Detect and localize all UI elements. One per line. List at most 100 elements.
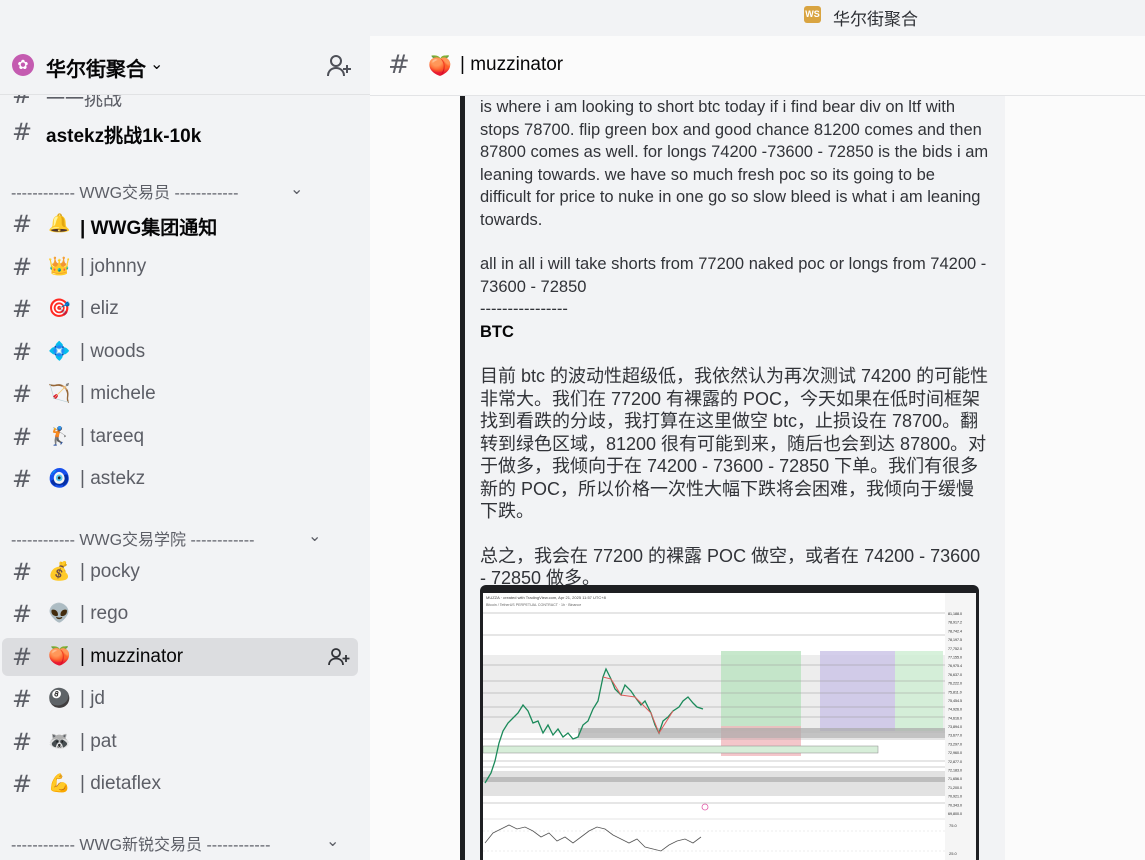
raccoon-icon: 🦝 bbox=[48, 731, 71, 752]
chart-header-text: MUZZA · created with TradingView.com, Ap… bbox=[486, 595, 607, 600]
hash-icon: # bbox=[12, 465, 33, 493]
message-paragraph-en-2: all in all i will take shorts from 77200… bbox=[480, 255, 991, 296]
alien-icon: 👽 bbox=[48, 603, 71, 624]
target-icon: 🎯 bbox=[48, 298, 71, 319]
channel-astekz[interactable]: # 🧿 | astekz bbox=[0, 460, 358, 498]
bell-icon: 🔔 bbox=[48, 213, 71, 234]
server-header[interactable]: ✿ 华尔街聚合 ⌄ bbox=[0, 36, 370, 95]
price-label: 78,197.5 bbox=[948, 638, 962, 642]
channel-tareeq[interactable]: # 🏌 | tareeq bbox=[0, 418, 358, 456]
channel-pat[interactable]: # 🦝 | pat bbox=[0, 723, 358, 761]
price-label: 74,926.0 bbox=[948, 708, 962, 712]
price-label: 78,742.4 bbox=[948, 629, 962, 633]
price-label: 75,811.0 bbox=[948, 690, 962, 694]
hash-icon: # bbox=[12, 423, 33, 451]
channel-name: | michele bbox=[80, 383, 156, 404]
diamond-icon: 💠 bbox=[48, 341, 71, 362]
osc-label: 75.0 bbox=[949, 823, 958, 828]
price-label: 72,183.0 bbox=[948, 769, 962, 773]
channel-dietaflex[interactable]: # 💪 | dietaflex bbox=[0, 765, 358, 803]
channel-name: | astekz bbox=[80, 468, 146, 489]
channel-name: | eliz bbox=[80, 298, 119, 319]
price-label: 81,188.0 bbox=[948, 612, 962, 616]
channel-name: | WWG集团通知 bbox=[80, 218, 218, 239]
price-label: 76,975.4 bbox=[948, 664, 962, 668]
channel-johnny[interactable]: # 👑 | johnny bbox=[0, 248, 358, 286]
channel-eliz[interactable]: # 🎯 | eliz bbox=[0, 290, 358, 328]
channel-astekz-challenge[interactable]: # astekz挑战1k-10k bbox=[0, 113, 358, 151]
message-divider: ---------------- bbox=[480, 300, 568, 318]
price-label: 71,656.0 bbox=[948, 777, 962, 781]
hash-icon: # bbox=[12, 380, 33, 408]
tradingview-chart-image: MUZZA · created with TradingView.com, Ap… bbox=[483, 593, 976, 860]
category-wwg-academy[interactable]: ------------ WWG交易学院 ------------ bbox=[11, 526, 254, 550]
eight-ball-icon: 🎱 bbox=[48, 688, 71, 709]
channel-name: | jd bbox=[80, 688, 106, 709]
chevron-down-icon[interactable]: ⌄ bbox=[290, 179, 303, 199]
channel-name: | johnny bbox=[80, 256, 147, 277]
hash-icon: # bbox=[12, 770, 33, 798]
channel-title: | muzzinator bbox=[460, 54, 564, 75]
hash-icon: # bbox=[12, 558, 33, 586]
channel-pocky[interactable]: # 💰 | pocky bbox=[0, 553, 358, 591]
hash-icon: # bbox=[12, 338, 33, 366]
hash-icon: # bbox=[388, 50, 410, 80]
message-content: is where i am looking to short btc today… bbox=[480, 96, 990, 590]
price-label: 78,917.2 bbox=[948, 621, 962, 625]
add-member-icon[interactable] bbox=[326, 54, 352, 78]
money-bag-icon: 💰 bbox=[48, 561, 71, 582]
server-name: 华尔街聚合 bbox=[46, 59, 146, 81]
invite-member-icon[interactable] bbox=[328, 647, 350, 667]
category-wwg-traders[interactable]: ------------ WWG交易员 ------------ bbox=[11, 179, 238, 203]
hash-icon: # bbox=[12, 118, 33, 146]
chart-symbol-text: Bitcoin / TetherUS PERPETUAL CONTRACT · … bbox=[486, 603, 581, 607]
channel-rego[interactable]: # 👽 | rego bbox=[0, 595, 358, 633]
price-label: 76,637.0 bbox=[948, 673, 962, 677]
peach-icon: 🍑 bbox=[48, 646, 71, 667]
category-wwg-rising-traders[interactable]: ------------ WWG新锐交易员 ------------ bbox=[11, 831, 270, 855]
message-heading: BTC bbox=[480, 322, 514, 341]
price-label: 72,877.0 bbox=[948, 760, 962, 764]
channel-name: astekz挑战1k-10k bbox=[46, 126, 202, 147]
channel-name: | pocky bbox=[80, 561, 140, 582]
price-label: 70,921.0 bbox=[948, 795, 962, 799]
server-badge-icon: WS bbox=[804, 6, 821, 23]
channel-name: | woods bbox=[80, 341, 146, 362]
osc-label: 25.0 bbox=[949, 851, 958, 856]
price-label: 69,800.0 bbox=[948, 812, 962, 816]
hash-icon: # bbox=[12, 685, 33, 713]
channel-header: # 🍑 | muzzinator bbox=[370, 36, 1145, 96]
window-title: 华尔街聚合 bbox=[833, 10, 918, 29]
crown-icon: 👑 bbox=[48, 256, 71, 277]
price-label: 70,343.0 bbox=[948, 803, 962, 807]
hash-icon: # bbox=[12, 295, 33, 323]
title-bar: WS 华尔街聚合 bbox=[0, 0, 1145, 36]
peach-icon: 🍑 bbox=[428, 55, 452, 77]
channel-woods[interactable]: # 💠 | woods bbox=[0, 333, 358, 371]
channel-name: | muzzinator bbox=[80, 646, 184, 667]
chevron-down-icon[interactable]: ⌄ bbox=[150, 54, 163, 74]
bow-arrow-icon: 🏹 bbox=[48, 383, 71, 404]
channel-name: | pat bbox=[80, 731, 117, 752]
message-paragraph-zh-1: 目前 btc 的波动性超级低，我依然认为再次测试 74200 的可能性非常大。我… bbox=[480, 366, 989, 521]
channel-name: | rego bbox=[80, 603, 129, 624]
price-label: 75,454.5 bbox=[948, 699, 962, 703]
message-paragraph-zh-2: 总之，我会在 77200 的裸露 POC 做空，或者在 74200 - 7360… bbox=[480, 545, 986, 589]
channel-wwg-notice[interactable]: # 🔔 | WWG集团通知 bbox=[0, 205, 358, 243]
hash-icon: # bbox=[12, 210, 33, 238]
server-icon: ✿ bbox=[12, 54, 34, 76]
channel-michele[interactable]: # 🏹 | michele bbox=[0, 375, 358, 413]
channel-name: | dietaflex bbox=[80, 773, 161, 794]
price-label: 73,894.0 bbox=[948, 725, 962, 729]
channel-name: | tareeq bbox=[80, 426, 145, 447]
price-label: 77,155.0 bbox=[948, 656, 962, 660]
price-label: 77,752.0 bbox=[948, 647, 962, 651]
price-label: 73,297.0 bbox=[948, 742, 962, 746]
channel-jd[interactable]: # 🎱 | jd bbox=[0, 680, 358, 718]
channel-muzzinator[interactable]: # 🍑 | muzzinator bbox=[2, 638, 358, 676]
chevron-down-icon[interactable]: ⌄ bbox=[326, 831, 339, 851]
golfer-icon: 🏌 bbox=[48, 426, 71, 447]
chart-image-attachment[interactable]: MUZZA · created with TradingView.com, Ap… bbox=[480, 585, 979, 860]
flexed-bicep-icon: 💪 bbox=[48, 773, 71, 794]
chevron-down-icon[interactable]: ⌄ bbox=[308, 526, 321, 546]
